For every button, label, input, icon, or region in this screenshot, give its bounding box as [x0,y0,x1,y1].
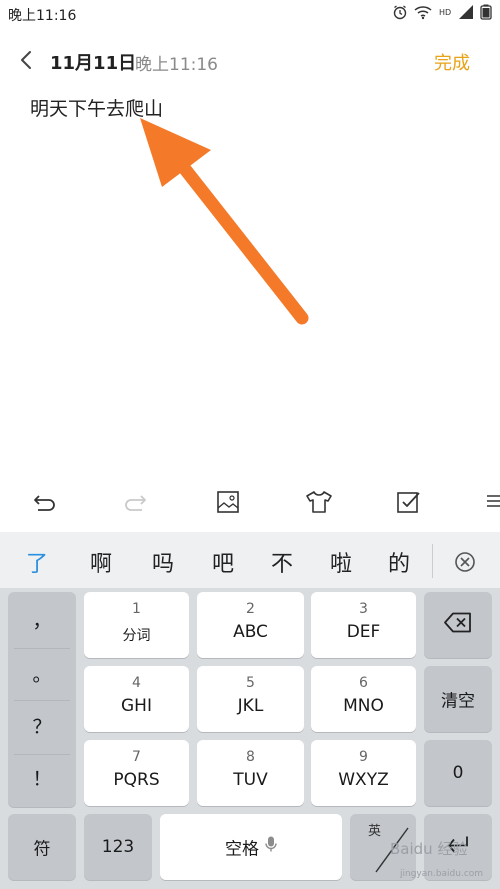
checklist-button[interactable] [394,488,424,516]
candidate-item[interactable]: 啊 [90,546,112,578]
alarm-icon [392,4,408,20]
space-label-wrap: 空格 [160,835,342,860]
format-toolbar [0,476,500,526]
candidate-item[interactable]: 的 [388,546,410,578]
key-label: WXYZ [338,770,389,790]
numbers-key[interactable]: 123 [84,814,152,880]
note-text[interactable]: 明天下午去爬山 [30,94,470,121]
key-7[interactable]: 7 PQRS [84,740,189,806]
candidate-item[interactable]: 不 [271,546,293,578]
done-button[interactable]: 完成 [434,49,470,75]
punct-divider [14,700,70,701]
candidate-bar: 了 啊 吗 吧 不 啦 的 [0,532,500,588]
key-1[interactable]: 1 分词 [84,592,189,658]
space-key[interactable]: 空格 [160,814,342,880]
key-label: 0 [452,763,464,783]
image-icon [214,491,244,520]
insert-image-button[interactable] [214,488,244,516]
note-header: 11月11日 晚上11:16 完成 [0,40,500,80]
key-number: 4 [132,675,141,691]
watermark-text: Baidu 经验 [390,840,468,858]
key-5[interactable]: 5 JKL [197,666,304,732]
microphone-icon [265,836,277,859]
backspace-icon [424,612,492,639]
note-time: 晚上11:16 [135,55,218,75]
key-4[interactable]: 4 GHI [84,666,189,732]
clear-label: 清空 [441,691,475,712]
key-number: 1 [132,601,141,617]
chevron-left-icon [14,51,40,78]
undo-button[interactable] [30,488,60,516]
key-label: PQRS [113,770,160,790]
undo-icon [30,495,60,520]
backspace-key[interactable] [424,592,492,658]
key-label: TUV [233,770,268,790]
back-button[interactable] [14,46,40,74]
svg-text:HD: HD [439,8,451,17]
key-0[interactable]: 0 [424,740,492,806]
punct-key[interactable]: ！ [8,754,76,804]
key-label: 123 [101,837,135,857]
key-number: 8 [246,749,255,765]
status-time: 晚上11:16 [8,8,77,24]
close-circle-icon [452,552,478,579]
key-number: 3 [359,601,368,617]
key-label: MNO [343,696,384,716]
list-button[interactable] [484,488,500,516]
redo-icon [120,495,150,520]
clear-key[interactable]: 清空 [424,666,492,732]
key-number: 6 [359,675,368,691]
signal-icon [458,4,474,20]
key-label: 符 [33,839,51,860]
status-icons: HD [392,4,492,20]
key-6[interactable]: 6 MNO [311,666,416,732]
space-label: 空格 [225,839,259,860]
punctuation-column: ， 。 ？ ！ [8,592,76,807]
checkbox-icon [394,492,424,520]
theme-button[interactable] [304,488,334,516]
note-date: 11月11日 [50,53,137,74]
battery-icon [480,4,492,20]
symbol-key[interactable]: 符 [8,814,76,880]
keyboard: 了 啊 吗 吧 不 啦 的 ， 。 ？ ！ 1 分词 2 ABC 3 DEF 4… [0,532,500,889]
candidate-item[interactable]: 吗 [152,546,174,578]
punct-key[interactable]: ， [8,596,76,646]
candidate-item[interactable]: 啦 [330,546,352,578]
collapse-candidates-button[interactable] [452,549,478,575]
key-8[interactable]: 8 TUV [197,740,304,806]
punct-divider [14,648,70,649]
status-bar: 晚上11:16 HD [0,0,500,28]
watermark-url: jingyan.baidu.com [400,869,484,879]
wifi-icon [414,4,432,20]
key-3[interactable]: 3 DEF [311,592,416,658]
candidate-divider [432,544,433,578]
list-icon [484,495,500,520]
key-label: 分词 [122,628,151,644]
shirt-icon [304,491,334,520]
candidate-item[interactable]: 了 [26,546,48,578]
punct-key[interactable]: 。 [8,650,76,700]
key-label: ABC [233,622,268,642]
candidate-item[interactable]: 吧 [212,546,234,578]
key-2[interactable]: 2 ABC [197,592,304,658]
key-label: DEF [346,622,381,642]
key-label: GHI [121,696,152,716]
key-number: 9 [359,749,368,765]
key-number: 5 [246,675,255,691]
key-number: 2 [246,601,255,617]
key-number: 7 [132,749,141,765]
key-label: JKL [237,696,264,716]
redo-button[interactable] [120,488,150,516]
hd-icon: HD [438,4,452,20]
punct-key[interactable]: ？ [8,702,76,752]
key-9[interactable]: 9 WXYZ [311,740,416,806]
